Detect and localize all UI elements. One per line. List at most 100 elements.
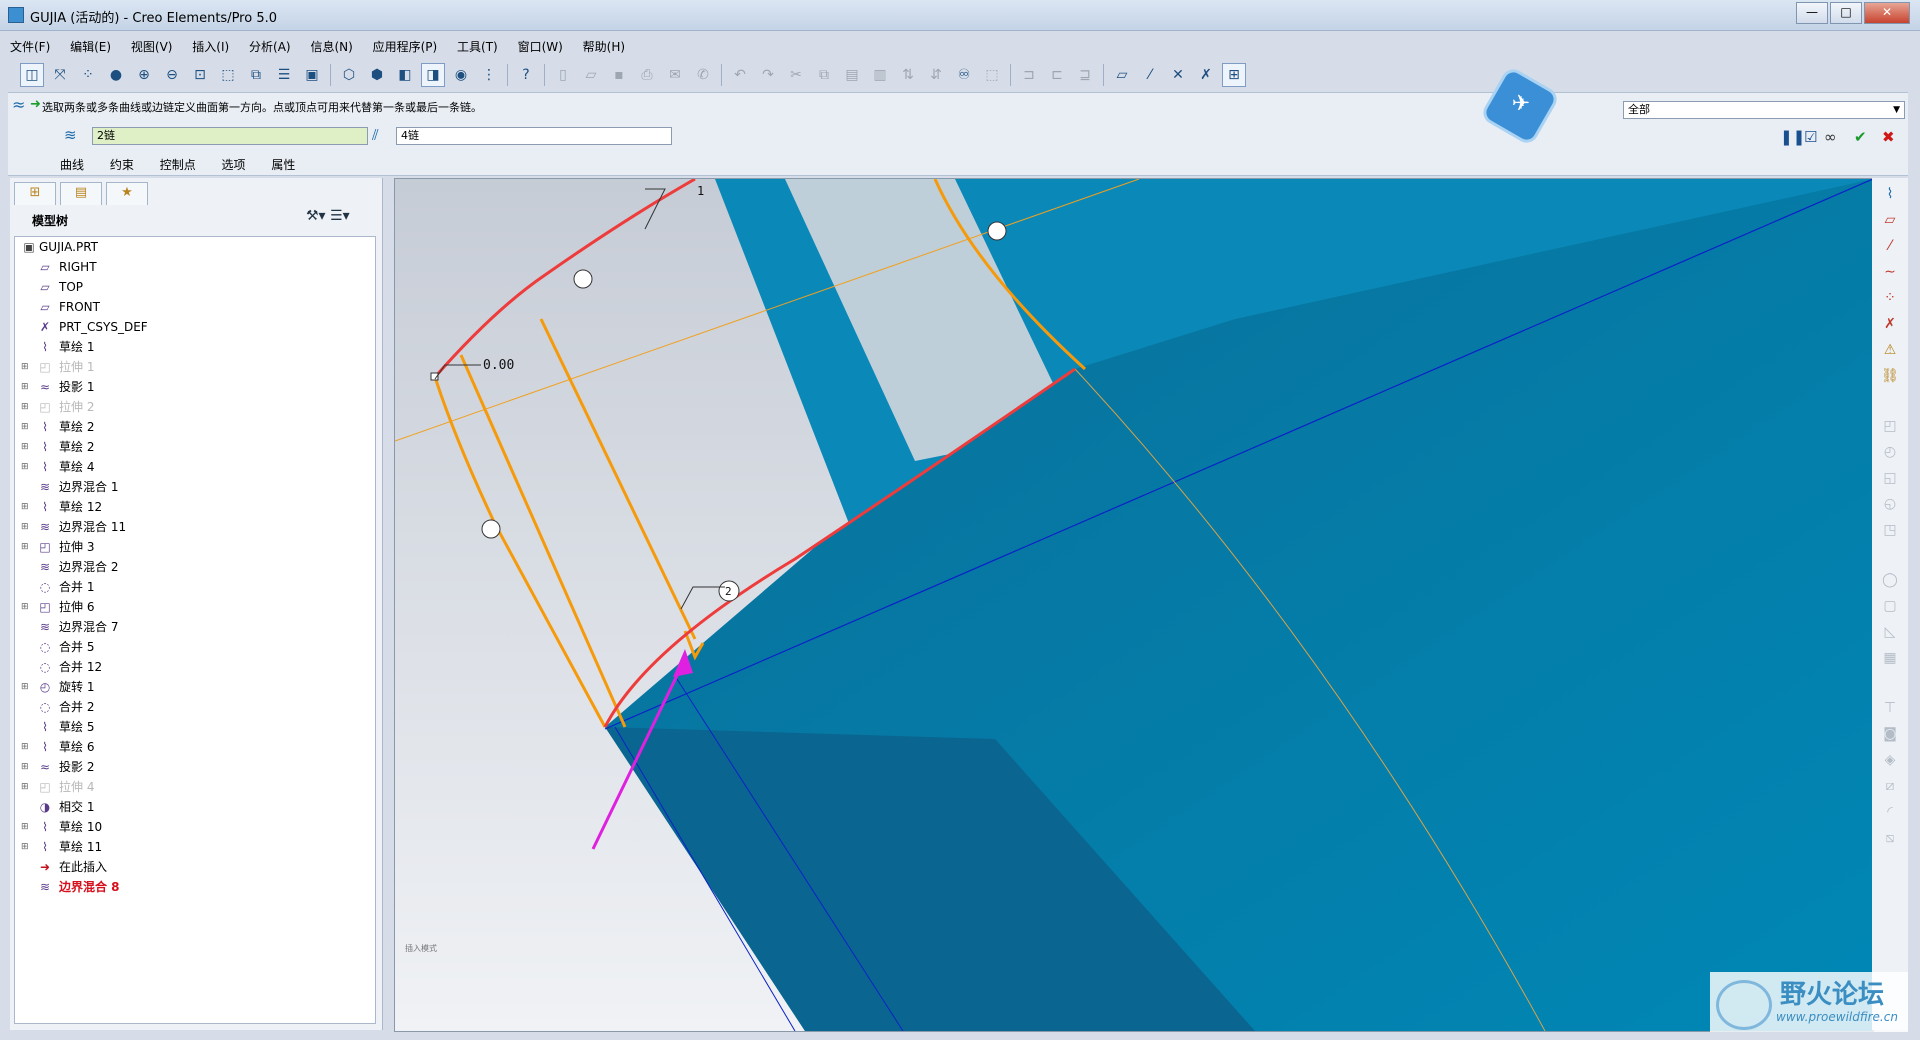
save-icon[interactable]: ▪ (607, 63, 631, 87)
tree-item[interactable]: ⊞ ≈ 投影 1 (15, 377, 375, 397)
realtime-render-icon[interactable]: ◉ (449, 63, 473, 87)
expand-icon[interactable]: ⊞ (21, 517, 29, 537)
tree-item[interactable]: ◌ 合并 1 (15, 577, 375, 597)
point-display-icon[interactable]: ⁘ (76, 63, 100, 87)
annotation-toggle-icon[interactable]: ⊞ (1222, 63, 1246, 87)
tree-settings-icon[interactable]: ⚒▾ ☰▾ (306, 208, 350, 224)
tab-options[interactable]: 选项 (222, 158, 246, 172)
no-hidden-icon[interactable]: ◧ (393, 63, 417, 87)
maximize-button[interactable]: □ (1830, 2, 1862, 24)
paste-icon[interactable]: ▤ (840, 63, 864, 87)
sweep-icon[interactable]: ◱ (1880, 470, 1900, 490)
round-icon[interactable]: ◙ (1880, 726, 1900, 746)
link-icon[interactable]: ⛓ (1880, 368, 1900, 388)
print-icon[interactable]: ⎙ (635, 63, 659, 87)
expand-icon[interactable]: ⊞ (21, 597, 29, 617)
mirror-icon[interactable]: ⧄ (1880, 778, 1900, 798)
sketch-tool-icon[interactable]: ⌇ (1880, 186, 1900, 206)
tree-item[interactable]: ⊞ ⌇ 草绘 2 (15, 417, 375, 437)
blend-icon[interactable]: ◵ (1880, 496, 1900, 516)
tree-item[interactable]: ◌ 合并 12 (15, 657, 375, 677)
expand-icon[interactable]: ⊞ (21, 377, 29, 397)
plane-display-icon[interactable]: ▱ (1110, 63, 1134, 87)
tree-item[interactable]: ⌇ 草绘 1 (15, 337, 375, 357)
tree-item[interactable]: ≋ 边界混合 1 (15, 477, 375, 497)
tree-item[interactable]: ⊞ ⌇ 草绘 12 (15, 497, 375, 517)
copy-icon[interactable]: ⧉ (812, 63, 836, 87)
tree-item[interactable]: ⊞ ⌇ 草绘 11 (15, 837, 375, 857)
layers-icon[interactable]: ☰ (272, 63, 296, 87)
extrude-icon[interactable]: ◰ (1880, 418, 1900, 438)
expand-icon[interactable]: ⊞ (21, 777, 29, 797)
expand-icon[interactable]: ⊞ (21, 677, 29, 697)
tree-item[interactable]: ⊞ ⌇ 草绘 10 (15, 817, 375, 837)
close-button[interactable]: ✕ (1864, 2, 1910, 24)
send-link-icon[interactable]: ✆ (691, 63, 715, 87)
expand-icon[interactable]: ⊞ (21, 537, 29, 557)
tree-item[interactable]: ▱ TOP (15, 277, 375, 297)
expand-icon[interactable]: ⊞ (21, 497, 29, 517)
menu-info[interactable]: 信息(N) (300, 35, 358, 55)
accept-button[interactable]: ✔ (1854, 128, 1867, 146)
selection-filter[interactable]: 全部 ▼ (1623, 101, 1905, 119)
wireframe-icon[interactable]: ⬡ (337, 63, 361, 87)
tree-item[interactable]: ⊞ ⌇ 草绘 4 (15, 457, 375, 477)
menu-insert[interactable]: 插入(I) (182, 35, 235, 55)
tree-item[interactable]: ◌ 合并 2 (15, 697, 375, 717)
pause-button[interactable]: ❚❚ (1780, 128, 1805, 146)
datum-display-icon[interactable]: ◫ (20, 63, 44, 87)
expand-icon[interactable]: ⊞ (21, 837, 29, 857)
menu-window[interactable]: 窗口(W) (508, 35, 569, 55)
second-direction-collector[interactable]: 4链 (396, 127, 672, 145)
undo-icon[interactable]: ↶ (728, 63, 752, 87)
axis-toggle-icon[interactable]: ⁄ (1138, 63, 1162, 87)
cut-icon[interactable]: ✂ (784, 63, 808, 87)
tree-item[interactable]: ≋ 边界混合 2 (15, 557, 375, 577)
tree-item[interactable]: ⊞ ◴ 旋转 1 (15, 677, 375, 697)
hole-icon[interactable]: ◯ (1880, 572, 1900, 592)
analysis-icon[interactable]: ⚠ (1880, 342, 1900, 362)
redo-icon[interactable]: ↷ (756, 63, 780, 87)
regenerate-icon[interactable]: ⇅ (896, 63, 920, 87)
feature-tool-3-icon[interactable]: ⊒ (1073, 63, 1097, 87)
handle-3[interactable] (481, 519, 501, 539)
tree-item[interactable]: ➜ 在此插入 (15, 857, 375, 877)
saved-views-icon[interactable]: ▣ (300, 63, 324, 87)
chamfer-icon[interactable]: ◈ (1880, 752, 1900, 772)
tab-constraints[interactable]: 约束 (110, 158, 134, 172)
datum-axis-icon[interactable]: ⁄ (1880, 238, 1900, 258)
tree-item[interactable]: ⊞ ◰ 拉伸 2 (15, 397, 375, 417)
folder-browser-tab-icon[interactable]: ▤ (60, 182, 102, 205)
menu-view[interactable]: 视图(V) (121, 35, 179, 55)
tree-item[interactable]: ▱ RIGHT (15, 257, 375, 277)
preview-checkbox[interactable]: ☑ (1804, 128, 1817, 146)
expand-icon[interactable]: ⊞ (21, 357, 29, 377)
menu-file[interactable]: 文件(F) (0, 35, 56, 55)
tree-icon[interactable]: ⋮ (477, 63, 501, 87)
shading-icon[interactable]: ● (104, 63, 128, 87)
zoom-out-icon[interactable]: ⊖ (160, 63, 184, 87)
menu-edit[interactable]: 编辑(E) (60, 35, 117, 55)
menu-help[interactable]: 帮助(H) (573, 35, 631, 55)
context-help-icon[interactable]: ? (514, 63, 538, 87)
tree-item[interactable]: ⊞ ≋ 边界混合 11 (15, 517, 375, 537)
tab-control-points[interactable]: 控制点 (160, 158, 196, 172)
datum-point-icon[interactable]: ⁘ (1880, 290, 1900, 310)
glasses-preview-button[interactable]: ∞ (1824, 128, 1837, 146)
csys-toggle-icon[interactable]: ✗ (1194, 63, 1218, 87)
expand-icon[interactable]: ⊞ (21, 417, 29, 437)
handle-1[interactable] (573, 269, 593, 289)
new-icon[interactable]: ▯ (551, 63, 575, 87)
expand-icon[interactable]: ⊞ (21, 817, 29, 837)
trim-icon[interactable]: ⧅ (1880, 830, 1900, 850)
tree-item[interactable]: ✗ PRT_CSYS_DEF (15, 317, 375, 337)
boundary-icon[interactable]: ◳ (1880, 522, 1900, 542)
refit-icon[interactable]: ⊡ (188, 63, 212, 87)
tree-item[interactable]: ⊞ ⌇ 草绘 6 (15, 737, 375, 757)
offset-icon[interactable]: ◜ (1880, 804, 1900, 824)
tree-item[interactable]: ⌇ 草绘 5 (15, 717, 375, 737)
draft-icon[interactable]: ⊤ (1880, 700, 1900, 720)
view-manager-icon[interactable]: ⧉ (244, 63, 268, 87)
graphics-window[interactable]: 1 0.00 2 插入模式 (394, 178, 1874, 1032)
point-toggle-icon[interactable]: ✕ (1166, 63, 1190, 87)
